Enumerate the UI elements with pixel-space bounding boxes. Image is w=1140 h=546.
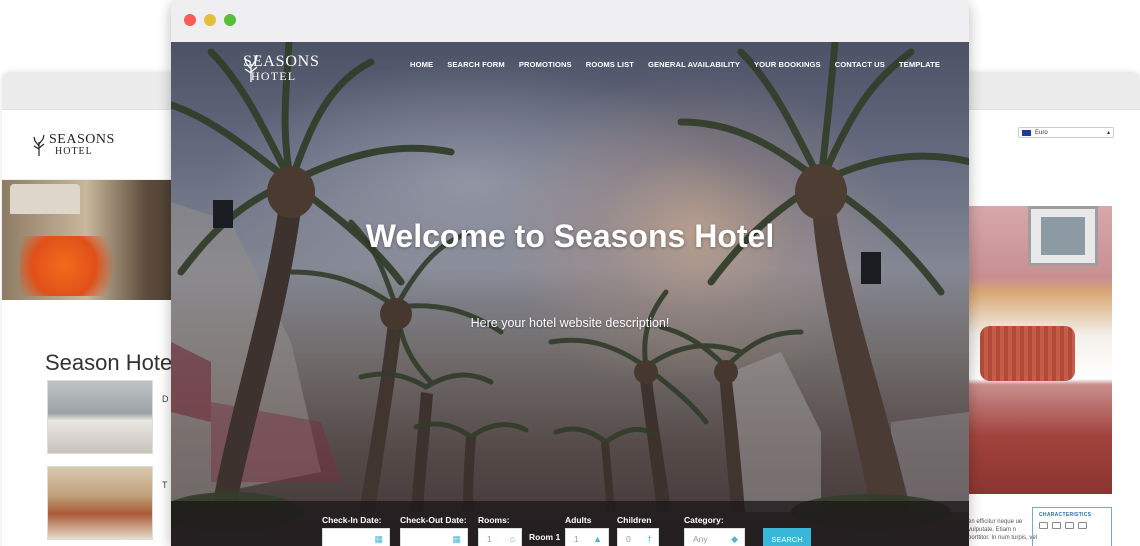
- main-browser-window: SEASONS HOTEL HOME SEARCH FORM PROMOTION…: [171, 0, 969, 546]
- rooms-select[interactable]: 1 ⌂: [478, 528, 522, 546]
- main-navigation: HOME SEARCH FORM PROMOTIONS ROOMS LIST G…: [410, 60, 940, 69]
- category-select[interactable]: Any ◆: [684, 528, 745, 546]
- hero-overlay: [171, 42, 969, 546]
- hero-headline: Welcome to Seasons Hotel: [365, 218, 775, 254]
- person-icon: ▲: [593, 534, 602, 544]
- adults-label: Adults: [565, 515, 592, 525]
- site-logo[interactable]: SEASONS HOTEL: [243, 54, 320, 82]
- room-title-snippet: D: [162, 394, 169, 404]
- calendar-icon: ▦: [452, 534, 461, 544]
- nav-your-bookings[interactable]: YOUR BOOKINGS: [754, 60, 821, 69]
- category-value: Any: [693, 534, 708, 544]
- adults-select[interactable]: 1 ▲: [565, 528, 609, 546]
- search-button[interactable]: SEARCH: [763, 528, 811, 546]
- hero-description: Here your hotel website description!: [470, 316, 670, 330]
- checkin-date-input[interactable]: ▦: [322, 528, 390, 546]
- currency-select[interactable]: Euro ▴: [1018, 127, 1114, 138]
- room-title-snippet: T: [162, 480, 168, 490]
- room-thumbnail[interactable]: [47, 380, 153, 454]
- nav-general-availability[interactable]: GENERAL AVAILABILITY: [648, 60, 740, 69]
- close-button[interactable]: [184, 14, 196, 26]
- right-room-photo: [960, 206, 1112, 494]
- pillow-shape: [980, 326, 1075, 381]
- child-icon: †: [646, 534, 652, 544]
- calendar-icon: ▦: [374, 534, 383, 544]
- flowers-shape: [20, 236, 130, 296]
- left-logo-line2: HOTEL: [55, 145, 93, 157]
- adults-value: 1: [574, 534, 579, 544]
- currency-label: Euro: [1035, 129, 1048, 136]
- amenity-icons: [1033, 518, 1111, 529]
- left-logo[interactable]: SEASONS HOTEL: [32, 131, 115, 157]
- tree-logo-icon: [244, 54, 258, 82]
- checkout-date-input[interactable]: ▦: [400, 528, 468, 546]
- screenshot-composite: SEASONS HOTEL Season Hotel D T Euro ▴ en…: [0, 0, 1140, 546]
- children-select[interactable]: 0 †: [617, 528, 659, 546]
- pet-icon: [1078, 522, 1087, 529]
- checkin-label: Check-In Date:: [322, 515, 382, 525]
- safe-icon: [1052, 522, 1061, 529]
- hero-banner: SEASONS HOTEL HOME SEARCH FORM PROMOTION…: [171, 42, 969, 546]
- ac-icon: [1065, 522, 1074, 529]
- nav-promotions[interactable]: PROMOTIONS: [519, 60, 572, 69]
- checkout-label: Check-Out Date:: [400, 515, 467, 525]
- children-label: Children: [617, 515, 652, 525]
- room-thumbnail[interactable]: [47, 466, 153, 540]
- nav-template[interactable]: TEMPLATE: [899, 60, 940, 69]
- characteristics-box: CHARACTERISTICS: [1032, 507, 1112, 546]
- tree-logo-icon: [33, 134, 45, 156]
- tv-icon: [1039, 522, 1048, 529]
- maximize-button[interactable]: [224, 14, 236, 26]
- rooms-value: 1: [487, 534, 492, 544]
- wall-picture-frame: [1028, 206, 1098, 266]
- nav-home[interactable]: HOME: [410, 60, 433, 69]
- children-value: 0: [626, 534, 631, 544]
- minimize-button[interactable]: [204, 14, 216, 26]
- rooms-label: Rooms:: [478, 515, 510, 525]
- nav-search-form[interactable]: SEARCH FORM: [447, 60, 505, 69]
- room-description-snippet: en efficitur neque ue vulputate. Etiam n…: [968, 519, 1038, 541]
- lamp-shape: [10, 184, 80, 214]
- eu-flag-icon: [1022, 129, 1031, 136]
- left-logo-line1: SEASONS: [49, 131, 115, 147]
- category-label: Category:: [684, 515, 724, 525]
- nav-contact-us[interactable]: CONTACT US: [835, 60, 885, 69]
- characteristics-title: CHARACTERISTICS: [1039, 512, 1092, 518]
- home-icon: ⌂: [509, 534, 515, 544]
- chevron-down-icon: ▴: [1106, 130, 1110, 136]
- tag-icon: ◆: [731, 534, 738, 544]
- nav-rooms-list[interactable]: ROOMS LIST: [586, 60, 634, 69]
- left-page-title: Season Hotel: [45, 350, 178, 375]
- main-window-titlebar: [171, 0, 969, 42]
- booking-form: Check-In Date: ▦ Check-Out Date: ▦ Rooms…: [171, 501, 969, 546]
- room-name-label: Room 1: [529, 532, 561, 542]
